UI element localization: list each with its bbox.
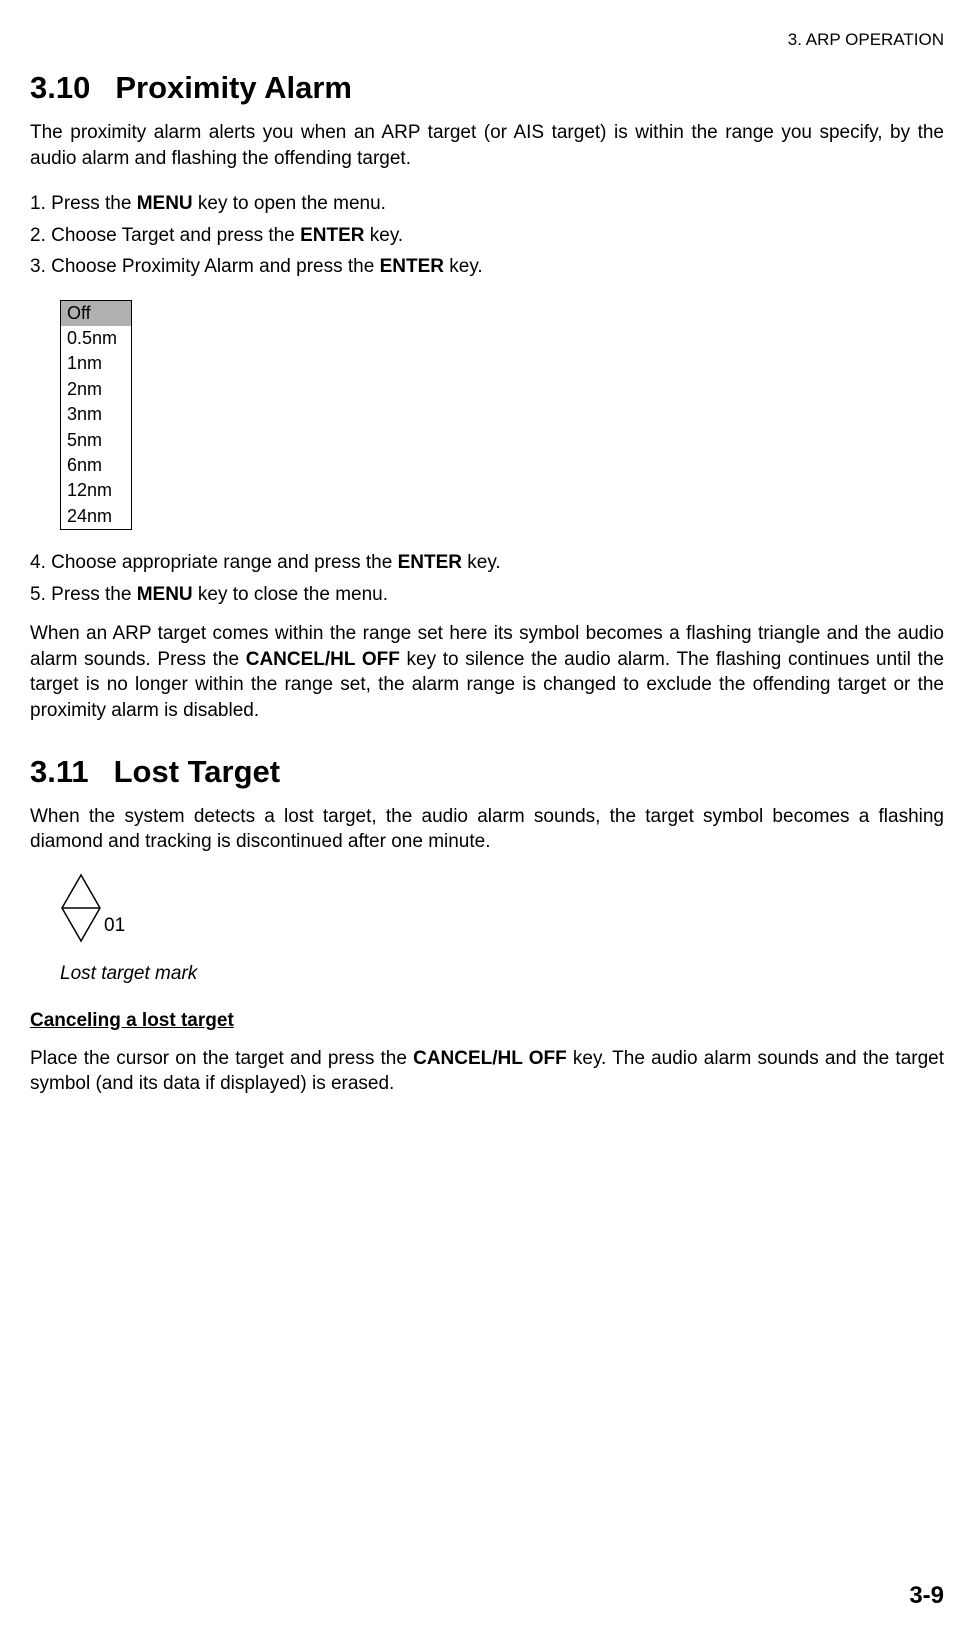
lost-target-caption: Lost target mark [60,963,944,985]
diamond-label: 01 [104,915,125,937]
menu-option-2nm: 2nm [61,377,131,402]
menu-option-1nm: 1nm [61,351,131,376]
step-3: 3. Choose Proximity Alarm and press the … [30,252,944,281]
step-4: 4. Choose appropriate range and press th… [30,548,944,577]
step-5: 5. Press the MENU key to close the menu. [30,580,944,609]
section-title: Lost Target [114,754,281,789]
proximity-alarm-menu: Off 0.5nm 1nm 2nm 3nm 5nm 6nm 12nm 24nm [60,300,132,531]
menu-option-6nm: 6nm [61,453,131,478]
canceling-lost-target-body: Place the cursor on the target and press… [30,1046,944,1097]
step-1: 1. Press the MENU key to open the menu. [30,189,944,218]
lost-target-diagram: 01 [60,873,944,943]
section-310-intro: The proximity alarm alerts you when an A… [30,120,944,171]
page-number: 3-9 [909,1582,944,1610]
section-heading-310: 3.10 Proximity Alarm [30,70,944,106]
menu-option-05nm: 0.5nm [61,326,131,351]
section-number: 3.10 [30,70,90,105]
menu-option-24nm: 24nm [61,504,131,529]
chapter-header: 3. ARP OPERATION [30,30,944,50]
menu-option-5nm: 5nm [61,428,131,453]
section-310-body: When an ARP target comes within the rang… [30,621,944,724]
steps-list-1: 1. Press the MENU key to open the menu. … [30,189,944,281]
canceling-lost-target-heading: Canceling a lost target [30,1010,944,1032]
step-2: 2. Choose Target and press the ENTER key… [30,221,944,250]
section-title: Proximity Alarm [115,70,352,105]
steps-list-2: 4. Choose appropriate range and press th… [30,548,944,609]
section-311-intro: When the system detects a lost target, t… [30,804,944,855]
diamond-icon [60,873,102,943]
menu-option-12nm: 12nm [61,478,131,503]
section-heading-311: 3.11 Lost Target [30,754,944,790]
section-number: 3.11 [30,754,89,789]
menu-option-3nm: 3nm [61,402,131,427]
menu-option-off: Off [61,301,131,326]
